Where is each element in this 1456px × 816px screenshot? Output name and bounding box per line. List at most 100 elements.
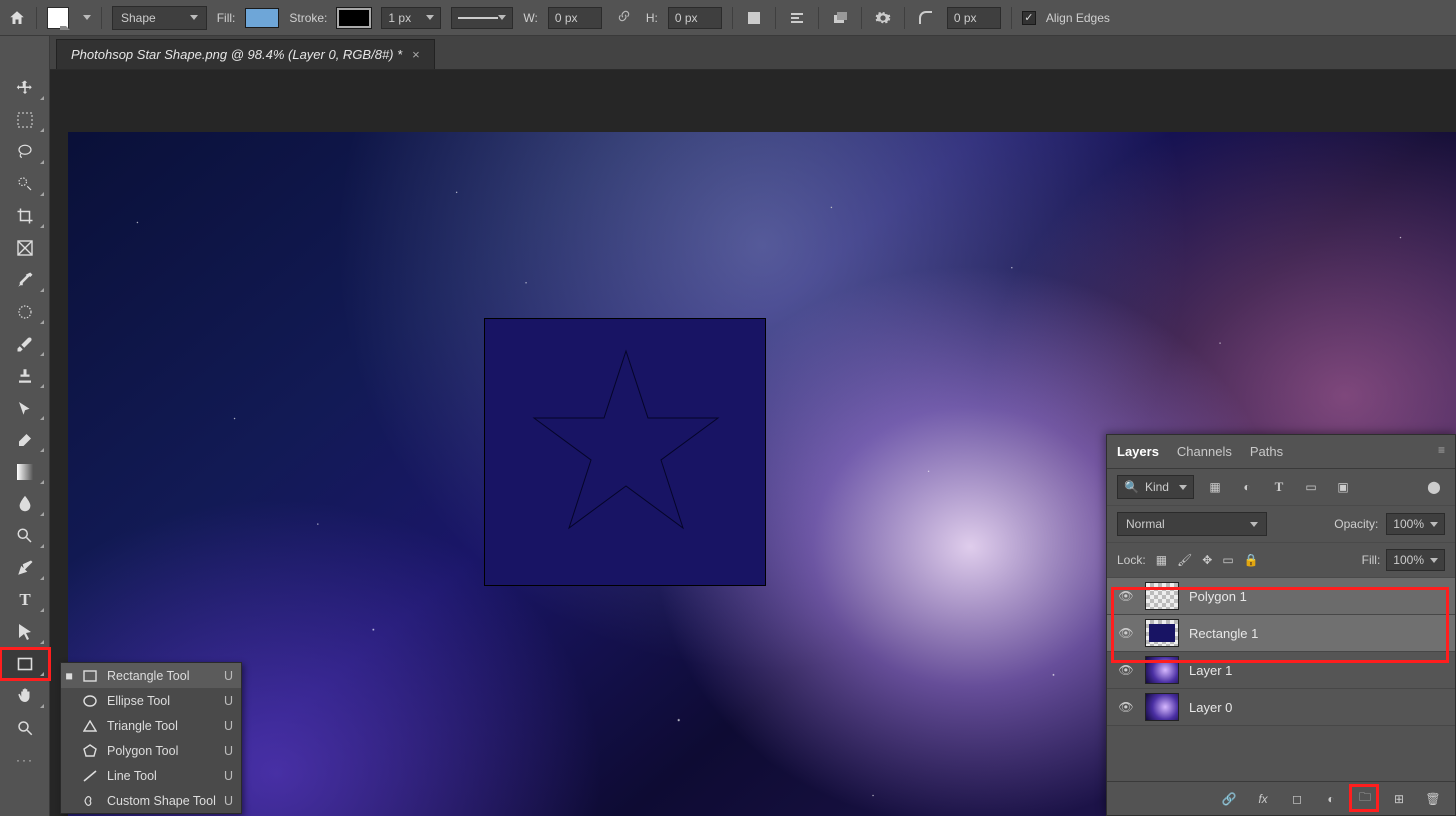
document-tab[interactable]: Photohsop Star Shape.png @ 98.4% (Layer … [56,39,435,69]
adjustment-icon[interactable]: ◐ [1321,792,1341,806]
hand-tool[interactable] [0,680,50,712]
rectangle-icon [81,670,99,682]
layer-row[interactable]: 👁 Layer 1 [1107,652,1455,689]
panel-menu-icon[interactable]: ≡ [1438,443,1445,457]
link-layers-icon[interactable]: 🔗 [1219,792,1239,806]
stroke-style-field[interactable] [451,7,513,29]
visibility-icon[interactable]: 👁 [1117,663,1135,677]
zoom-tool[interactable] [0,712,50,744]
tool-preset-dropdown[interactable] [83,15,91,20]
flyout-line[interactable]: Line Tool U [61,763,241,788]
path-align-icon[interactable] [786,7,808,29]
corner-radius-field[interactable]: 0 px [947,7,1001,29]
lock-trans-icon[interactable]: ▦ [1156,553,1167,567]
brush-tool[interactable] [0,328,50,360]
mask-icon[interactable]: ◻ [1287,792,1307,806]
flyout-custom-shape[interactable]: Custom Shape Tool U [61,788,241,813]
stroke-label: Stroke: [289,11,327,25]
layer-row[interactable]: 👁 Polygon 1 [1107,578,1455,615]
blur-tool[interactable] [0,488,50,520]
h-label: H: [646,11,658,25]
canvas-area: Layers Channels Paths ≡ 🔍 Kind ▦ ◐ T ▭ ▣… [50,70,1456,816]
move-tool[interactable] [0,72,50,104]
layer-name[interactable]: Polygon 1 [1189,589,1247,604]
filter-type-icon[interactable]: T [1268,479,1290,495]
visibility-icon[interactable]: 👁 [1117,626,1135,640]
flyout-triangle[interactable]: Triangle Tool U [61,713,241,738]
gear-icon[interactable] [872,7,894,29]
height-field[interactable]: 0 px [668,7,722,29]
pen-tool[interactable] [0,552,50,584]
visibility-icon[interactable]: 👁 [1117,589,1135,603]
fill-swatch[interactable] [245,8,279,28]
fill-field[interactable]: 100% [1386,549,1445,571]
lock-label: Lock: [1117,553,1146,567]
fill-label: Fill: [1362,553,1381,567]
link-wh-icon[interactable] [612,9,636,26]
filter-adjust-icon[interactable]: ◐ [1236,480,1258,494]
flyout-polygon[interactable]: Polygon Tool U [61,738,241,763]
layer-name[interactable]: Layer 0 [1189,700,1232,715]
close-tab-icon[interactable]: × [412,47,420,62]
visibility-icon[interactable]: 👁 [1117,700,1135,714]
star-shape[interactable] [526,346,726,546]
filter-smart-icon[interactable]: ▣ [1332,480,1354,494]
group-icon[interactable]: 🗀 [1355,788,1375,809]
lock-artboard-icon[interactable]: ▭ [1222,553,1233,567]
flyout-rectangle[interactable]: ■ Rectangle Tool U [61,663,241,688]
corner-radius-icon[interactable] [915,7,937,29]
shape-mode-select[interactable]: Shape [112,6,207,30]
fx-icon[interactable]: fx [1253,792,1273,806]
filter-toggle-icon[interactable]: ⬤ [1423,480,1445,494]
tab-channels[interactable]: Channels [1177,440,1232,463]
polygon-icon [81,744,99,757]
layer-thumb [1145,619,1179,647]
marquee-tool[interactable] [0,104,50,136]
search-icon: 🔍 [1124,480,1139,494]
align-edges-checkbox[interactable] [1022,11,1036,25]
frame-tool[interactable] [0,232,50,264]
new-layer-icon[interactable]: ⊞ [1389,792,1409,806]
layer-row[interactable]: 👁 Layer 0 [1107,689,1455,726]
stamp-tool[interactable] [0,360,50,392]
history-brush-tool[interactable] [0,392,50,424]
delete-layer-icon[interactable]: 🗑 [1423,792,1443,806]
healing-tool[interactable] [0,296,50,328]
lock-pos-icon[interactable]: ✥ [1202,553,1212,567]
layer-name[interactable]: Layer 1 [1189,663,1232,678]
layer-name[interactable]: Rectangle 1 [1189,626,1258,641]
eraser-tool[interactable] [0,424,50,456]
layers-panel: Layers Channels Paths ≡ 🔍 Kind ▦ ◐ T ▭ ▣… [1106,434,1456,816]
path-arrange-icon[interactable] [829,7,851,29]
stroke-swatch[interactable] [337,8,371,28]
blend-mode-select[interactable]: Normal [1117,512,1267,536]
tab-layers[interactable]: Layers [1117,440,1159,463]
layer-row[interactable]: 👁 Rectangle 1 [1107,615,1455,652]
width-field[interactable]: 0 px [548,7,602,29]
lasso-tool[interactable] [0,136,50,168]
edit-toolbar[interactable]: ··· [0,744,50,776]
options-bar: Shape Fill: Stroke: 1 px W: 0 px H: 0 px… [0,0,1456,36]
home-icon[interactable] [8,9,26,27]
text-tool[interactable]: T [0,584,50,616]
quick-select-tool[interactable] [0,168,50,200]
crop-tool[interactable] [0,200,50,232]
w-label: W: [523,11,537,25]
layer-thumb [1145,693,1179,721]
eyedropper-tool[interactable] [0,264,50,296]
tab-paths[interactable]: Paths [1250,440,1283,463]
dodge-tool[interactable] [0,520,50,552]
filter-shape-icon[interactable]: ▭ [1300,480,1322,494]
flyout-ellipse[interactable]: Ellipse Tool U [61,688,241,713]
opacity-field[interactable]: 100% [1386,513,1445,535]
path-select-tool[interactable] [0,616,50,648]
filter-pixel-icon[interactable]: ▦ [1204,480,1226,494]
tool-preset-swatch[interactable] [47,7,69,29]
stroke-width-field[interactable]: 1 px [381,7,441,29]
filter-kind-select[interactable]: 🔍 Kind [1117,475,1194,499]
path-ops-icon[interactable] [743,7,765,29]
gradient-tool[interactable] [0,456,50,488]
rectangle-tool[interactable] [0,648,50,680]
lock-all-icon[interactable]: 🔒 [1244,553,1259,567]
lock-paint-icon[interactable]: 🖌 [1177,553,1192,567]
